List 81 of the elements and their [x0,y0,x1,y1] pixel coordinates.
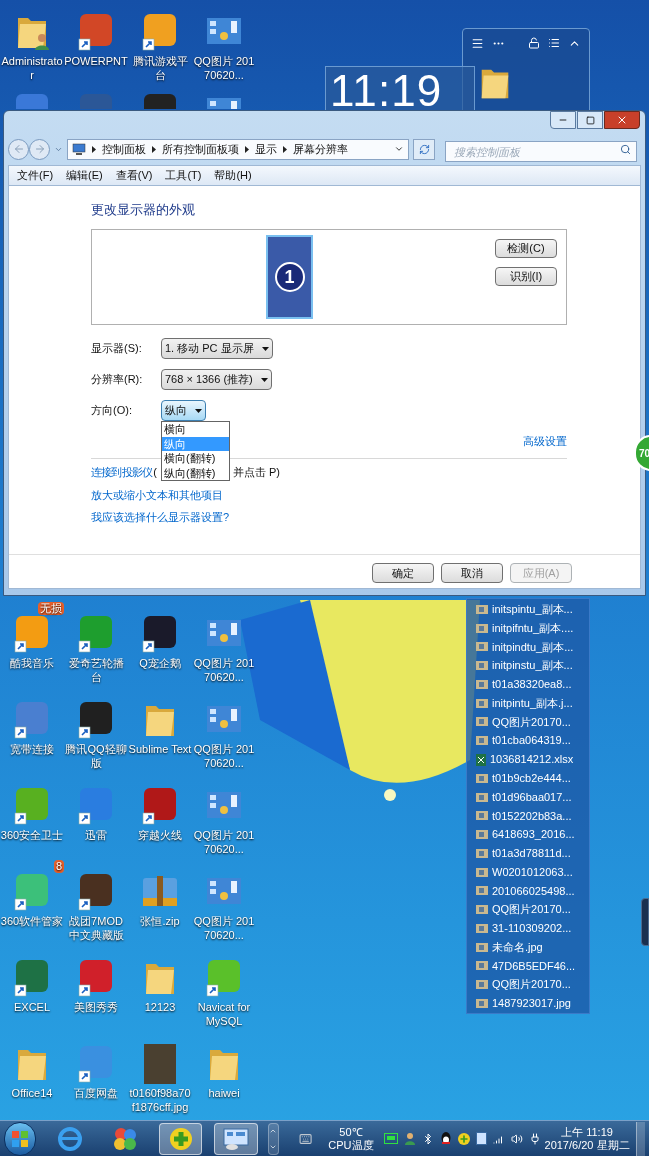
dropdown-option[interactable]: 横向 [162,422,229,437]
file-list-item[interactable]: 未命名.jpg [476,937,589,957]
file-list-item[interactable]: 201066025498... [476,881,589,901]
preview-button[interactable]: 检测(C) [495,239,557,258]
file-list-item[interactable]: initpindtu_副本... [476,637,589,657]
file-list-item[interactable]: 31-110309202... [476,919,589,938]
file-list-item[interactable]: initspintu_副本... [476,600,589,619]
taskbar-date: 2017/6/20 星期二 [544,1138,630,1152]
desktop-item[interactable]: 张恒.zip [128,864,192,950]
menu-item[interactable]: 查看(V) [115,167,153,184]
dialog-button[interactable]: 取消 [441,563,503,583]
file-list-item[interactable]: QQ图片20170... [476,712,589,732]
desktop-item[interactable]: Sublime Text [128,692,192,778]
file-list-item[interactable]: 1036814212.xlsx [476,750,589,769]
desktop-item[interactable]: 爱奇艺轮播台 [64,606,128,692]
breadcrumb-item[interactable]: 所有控制面板项 [162,140,239,158]
menu-item[interactable]: 文件(F) [17,167,54,184]
menu-item[interactable]: 帮助(H) [214,167,252,184]
taskbar-time: 上午 11:19 [561,1125,613,1139]
desktop-item[interactable]: POWERPNT [64,4,128,82]
help-link[interactable]: 我应该选择什么显示器设置? [91,508,567,525]
dialog-button[interactable]: 确定 [372,563,434,583]
desktop-item[interactable]: 12123 [128,950,192,1036]
projector-link[interactable]: 连接到投影仪 [91,464,153,481]
desktop-item[interactable]: Administrator [0,4,64,82]
file-list-item[interactable]: t01a38320ea8... [476,675,589,694]
field-label: 方向(O): [91,403,133,419]
desktop-item[interactable]: 穿越火线 [128,778,192,864]
dropdown-option[interactable]: 纵向(翻转) [162,465,229,480]
file-list-item[interactable]: QQ图片20170... [476,975,589,995]
desktop-item[interactable]: Q宠企鹅 [128,606,192,692]
breadcrumb-item[interactable]: 控制面板 [102,140,146,158]
file-list-item[interactable]: 47D6B5EDF46... [476,956,589,976]
monitor-number: 1 [274,262,305,292]
desktop-item[interactable]: QQ图片 20170620... [192,778,256,864]
file-list-item[interactable]: t01cba064319... [476,731,589,751]
desktop-item[interactable]: 迅雷 [64,778,128,864]
menu-item[interactable]: 工具(T) [165,167,202,184]
help-link[interactable]: 放大或缩小文本和其他项目 [91,486,567,503]
desktop-item[interactable]: 腾讯游戏平台 [128,4,192,82]
cpu-label: CPU温度 [328,1138,374,1152]
desktop-item[interactable]: QQ图片 20170620... [192,606,256,692]
desktop-item[interactable]: EXCEL [0,950,64,1036]
preview-button[interactable]: 识别(I) [495,267,557,286]
menu-item[interactable]: 编辑(E) [66,167,103,184]
file-list-item[interactable]: initpinstu_副本... [476,656,589,676]
file-list-item[interactable]: t01a3d78811d... [476,843,589,863]
page-heading: 更改显示器的外观 [91,201,196,219]
file-list-item[interactable]: initpintu_副本.j... [476,693,589,713]
file-list-item[interactable]: t0152202b83a... [476,806,589,826]
badge: 8 [53,860,64,873]
file-list-item[interactable]: 6418693_2016... [476,825,589,844]
file-list-item[interactable]: QQ图片20170... [476,900,589,919]
breadcrumb-item[interactable]: 屏幕分辨率 [293,140,348,158]
cpu-temperature: 50℃ [339,1125,363,1139]
breadcrumb-item[interactable]: 显示 [255,140,277,158]
search-field[interactable]: 搜索控制面板 [445,141,637,162]
desktop-item[interactable]: 美图秀秀 [64,950,128,1036]
desktop-item[interactable]: 腾讯QQ轻聊版 [64,692,128,778]
dropdown-select[interactable]: 1. 移动 PC 显示屏 [161,338,273,359]
file-list-item[interactable]: t01d96baa017... [476,787,589,807]
field-label: 显示器(S): [91,341,143,357]
desktop-item[interactable]: QQ图片 20170620... [192,692,256,778]
desktop-item[interactable]: Navicat for MySQL [192,950,256,1036]
desktop-item[interactable]: 战团7MOD中文典藏版 [64,864,128,950]
desktop-item[interactable]: QQ图片 20170620... [192,4,256,82]
address-bar[interactable]: 控制面板 所有控制面板项 显示 屏幕分辨率 [67,138,409,160]
projector-hint-start: ( [153,465,157,481]
desktop-item[interactable]: 宽带连接 [0,692,64,778]
projector-hint-end: 并点击 P) [232,465,280,481]
badge: 无损 [38,602,64,615]
file-list-item[interactable]: initpifntu_副本.... [476,618,589,638]
desktop-item[interactable]: QQ图片 20170620... [192,864,256,950]
file-list-item[interactable]: W0201012063... [476,862,589,882]
file-list-item[interactable]: t01b9cb2e444... [476,768,589,788]
dropdown-select[interactable]: 纵向 [161,400,206,421]
dropdown-option[interactable]: 横向(翻转) [162,451,229,466]
field-label: 分辨率(R): [91,372,144,388]
advanced-settings-link[interactable]: 高级设置 [523,433,567,450]
dropdown-select[interactable]: 768 × 1366 (推荐) [161,369,272,390]
file-list-item[interactable]: 1487923017.jpg [476,994,589,1013]
